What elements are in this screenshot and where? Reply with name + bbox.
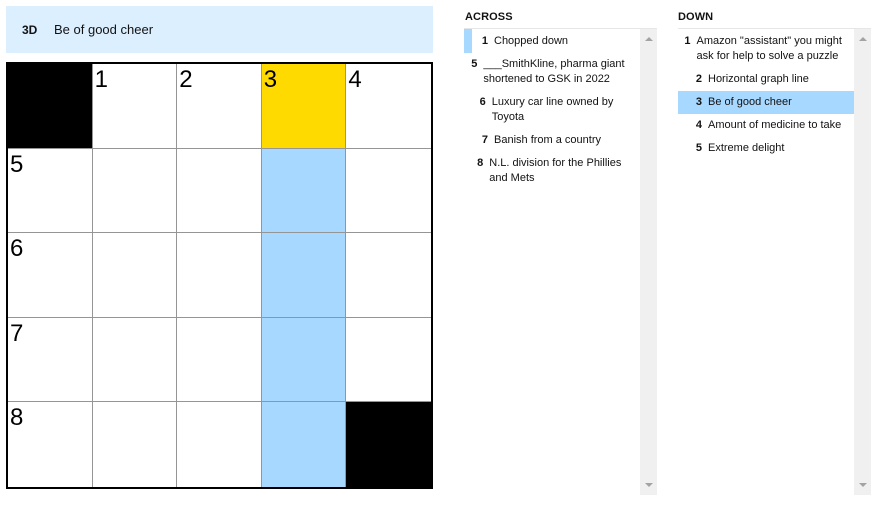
grid-cell[interactable] (261, 402, 347, 487)
clue-text: ___SmithKline, pharma giant shortened to… (483, 58, 625, 85)
across-clue-list: 1 Chopped down 5 ___SmithKline, pharma gian… (464, 28, 657, 495)
grid-cell[interactable]: 4 (346, 64, 431, 149)
across-clue-item[interactable]: 6 Luxury car line owned by Toyota (464, 91, 640, 129)
grid-cell[interactable] (92, 317, 178, 403)
across-clue-item[interactable]: 7 Banish from a country (464, 129, 640, 152)
clue-number: 4 (695, 119, 702, 131)
scroll-up-arrow-icon[interactable] (645, 37, 653, 41)
clue-number: 7 (481, 134, 488, 146)
grid-cell[interactable]: 5 (8, 148, 93, 234)
black-cell (346, 402, 431, 487)
grid-cell[interactable] (261, 317, 347, 403)
across-scrollbar[interactable] (640, 29, 657, 495)
cell-number: 1 (94, 66, 108, 93)
grid-cell[interactable]: 7 (8, 317, 93, 403)
cross-clue-marker (464, 29, 472, 53)
grid-cell[interactable]: 6 (8, 233, 93, 318)
cell-number: 4 (348, 66, 362, 93)
down-title: DOWN (678, 11, 714, 23)
down-clue-item[interactable]: 1 Amazon "assistant" you might ask for he… (678, 29, 854, 68)
grid-cell[interactable] (346, 233, 431, 318)
across-title: ACROSS (465, 11, 513, 23)
cell-number: 3 (263, 66, 278, 93)
cell-number: 6 (10, 235, 24, 263)
grid-cell[interactable] (92, 148, 178, 234)
grid-cell[interactable]: 1 (92, 64, 178, 149)
clue-text: Amazon "assistant" you might ask for hel… (696, 35, 842, 62)
cell-number: 2 (179, 66, 193, 93)
clue-text: Extreme delight (708, 142, 785, 154)
clue-number: 5 (695, 142, 702, 154)
across-clue-item[interactable]: 1 Chopped down (464, 29, 640, 53)
clue-number: 2 (695, 73, 702, 85)
grid-cell[interactable] (177, 148, 262, 234)
down-clue-item[interactable]: 5 Extreme delight (678, 137, 854, 160)
grid-cell[interactable] (346, 148, 431, 234)
clue-number: 6 (479, 96, 486, 108)
scroll-up-arrow-icon[interactable] (859, 37, 867, 41)
clue-text: Horizontal graph line (708, 73, 809, 85)
down-clue-item[interactable]: 3 Be of good cheer (678, 91, 854, 114)
grid-cell[interactable] (346, 317, 431, 403)
scroll-down-arrow-icon[interactable] (859, 483, 867, 487)
current-clue-bar: 3D Be of good cheer (6, 6, 433, 53)
down-clue-item[interactable]: 2 Horizontal graph line (678, 68, 854, 91)
grid-cell[interactable]: 8 (8, 402, 93, 487)
crossword-grid: 1 2 3 4 5 6 7 8 (6, 62, 433, 489)
clue-text: Luxury car line owned by Toyota (491, 96, 614, 123)
down-clue-list: 1 Amazon "assistant" you might ask for he… (678, 28, 871, 495)
grid-cell-active[interactable]: 3 (261, 64, 347, 149)
grid-cell[interactable] (261, 233, 347, 318)
cell-number: 5 (10, 150, 24, 178)
clue-text: Amount of medicine to take (708, 119, 842, 131)
current-clue-text: Be of good cheer (54, 22, 154, 37)
cell-number: 8 (10, 404, 24, 432)
clue-text: N.L. division for the Phillies and Mets (489, 157, 622, 184)
grid-cell[interactable] (177, 317, 262, 403)
grid-cell[interactable] (177, 402, 262, 487)
clue-text: Banish from a country (494, 134, 601, 146)
grid-cell[interactable] (92, 402, 178, 487)
down-scrollbar[interactable] (854, 29, 871, 495)
clue-number: 3 (695, 96, 702, 108)
grid-cell[interactable] (261, 148, 347, 234)
clue-text: Chopped down (494, 35, 569, 47)
grid-cell[interactable] (177, 233, 262, 318)
across-clue-item[interactable]: 8 N.L. division for the Phillies and Mets (464, 152, 640, 190)
scroll-down-arrow-icon[interactable] (645, 483, 653, 487)
clue-number: 8 (477, 157, 484, 169)
cell-number: 7 (10, 319, 24, 347)
current-clue-number: 3D (22, 22, 38, 37)
grid-cell[interactable] (92, 233, 178, 318)
down-clue-item[interactable]: 4 Amount of medicine to take (678, 114, 854, 137)
clue-text: Be of good cheer (708, 96, 792, 108)
across-clue-item[interactable]: 5 ___SmithKline, pharma giant shortened t… (464, 53, 640, 91)
clue-number: 1 (684, 35, 691, 47)
clue-number: 5 (471, 58, 478, 70)
grid-cell[interactable]: 2 (177, 64, 262, 149)
black-cell (8, 64, 93, 149)
